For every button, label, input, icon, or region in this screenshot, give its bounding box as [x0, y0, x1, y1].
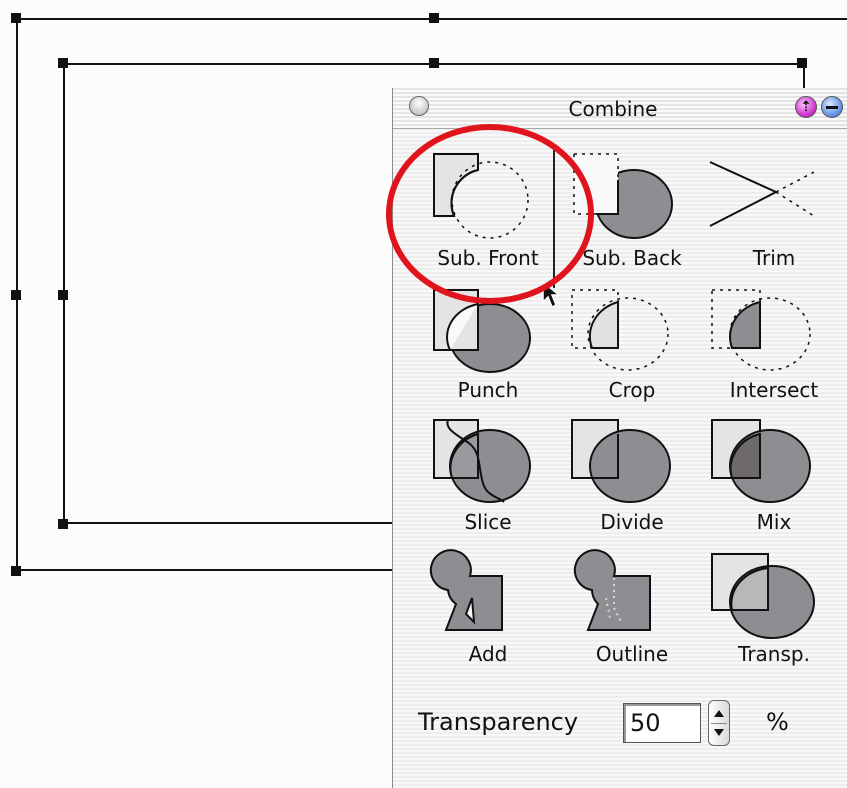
sub-back-label: Sub. Back — [582, 246, 682, 270]
punch-label: Punch — [457, 378, 519, 402]
transparency-input[interactable] — [623, 703, 701, 743]
arrow-cursor-icon — [542, 280, 562, 309]
slice-icon — [433, 419, 531, 503]
transparency-icon — [711, 553, 815, 639]
selection-handle[interactable] — [58, 519, 68, 529]
selection-handle[interactable] — [11, 290, 21, 300]
transparency-label: Transparency — [418, 708, 579, 736]
selection-handle[interactable] — [429, 13, 439, 23]
collapse-button[interactable] — [821, 96, 843, 118]
pin-icon: ⇡ — [800, 99, 812, 115]
percent-unit-label: % — [766, 708, 789, 736]
add-button[interactable]: Add — [420, 548, 556, 678]
selection-handle[interactable] — [58, 58, 68, 68]
transp-label: Transp. — [738, 642, 810, 666]
trim-button[interactable]: Trim — [706, 146, 842, 276]
trim-icon — [709, 161, 815, 227]
selection-handle[interactable] — [58, 290, 68, 300]
stepper-down-icon[interactable] — [714, 729, 724, 736]
selection-handle[interactable] — [429, 58, 439, 68]
intersect-button[interactable]: Intersect — [706, 284, 842, 414]
add-icon — [429, 549, 503, 631]
drag-guide-line — [553, 148, 555, 288]
crop-icon — [571, 289, 669, 371]
divide-icon — [571, 419, 671, 503]
selection-handle[interactable] — [11, 566, 21, 576]
mix-button[interactable]: Mix — [706, 416, 842, 546]
divide-button[interactable]: Divide — [564, 416, 700, 546]
stepper-divider — [711, 723, 727, 724]
outline-label: Outline — [595, 642, 669, 666]
stepper-up-icon[interactable] — [714, 710, 724, 717]
sub-front-button[interactable]: Sub. Front — [420, 146, 556, 276]
divide-label: Divide — [600, 510, 664, 534]
punch-icon — [433, 289, 531, 373]
selection-handle[interactable] — [797, 58, 807, 68]
slice-label: Slice — [464, 510, 512, 534]
transparency-stepper[interactable] — [708, 700, 730, 746]
mix-label: Mix — [756, 510, 792, 534]
minus-icon — [826, 105, 838, 109]
crop-button[interactable]: Crop — [564, 284, 700, 414]
sub-front-icon — [433, 153, 529, 239]
intersect-icon — [711, 289, 811, 371]
sub-back-icon — [573, 153, 673, 239]
outline-button[interactable]: Outline — [564, 548, 700, 678]
pin-button[interactable]: ⇡ — [795, 96, 817, 118]
outline-icon — [573, 549, 651, 631]
add-label: Add — [468, 642, 508, 666]
slice-button[interactable]: Slice — [420, 416, 556, 546]
trim-label: Trim — [752, 246, 796, 270]
mix-icon — [711, 419, 811, 503]
crop-label: Crop — [608, 378, 656, 402]
sub-back-button[interactable]: Sub. Back — [564, 146, 700, 276]
sub-front-label: Sub. Front — [437, 246, 539, 270]
palette-title-bar[interactable]: Combine ⇡ — [393, 88, 847, 129]
punch-button[interactable]: Punch — [420, 284, 556, 414]
intersect-label: Intersect — [729, 378, 819, 402]
transp-button[interactable]: Transp. — [706, 548, 842, 678]
selection-handle[interactable] — [11, 13, 21, 23]
palette-title: Combine — [568, 97, 658, 121]
